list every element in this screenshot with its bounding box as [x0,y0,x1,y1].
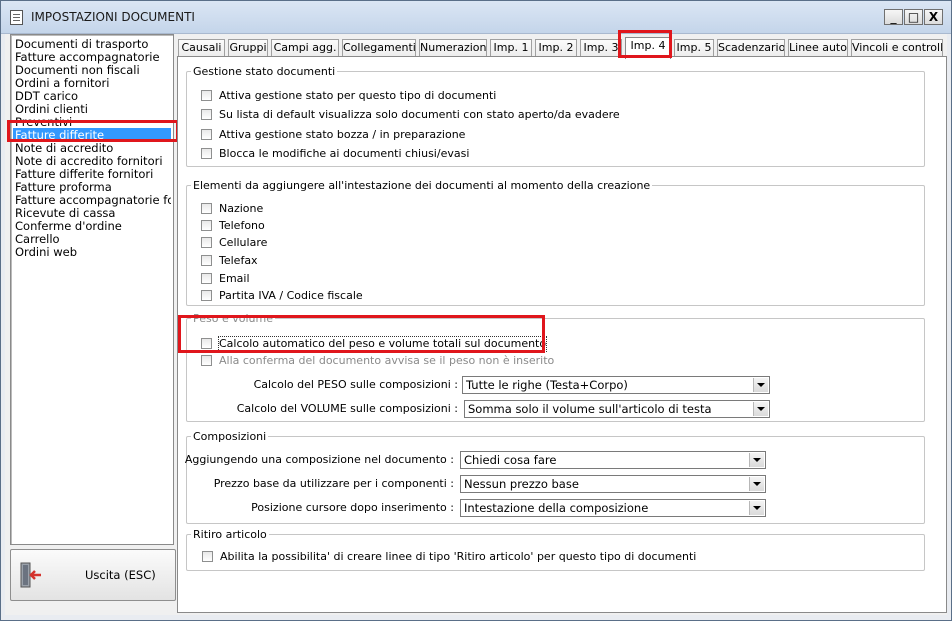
posizione-cursore-dropdown[interactable]: Intestazione della composizione [460,499,766,517]
list-item[interactable]: Note di accredito fornitori [15,154,171,168]
tab-numerazioni[interactable]: Numerazioni [419,39,487,57]
document-type-list[interactable]: Documenti di trasporto Fatture accompagn… [10,34,174,545]
chevron-down-icon[interactable] [753,378,768,392]
composizione-aggiunta-dropdown[interactable]: Chiedi cosa fare [460,451,766,469]
list-item[interactable]: Note di accredito [15,141,171,155]
peso-dropdown[interactable]: Tutte le righe (Testa+Corpo) [462,376,770,394]
volume-label: Calcolo del VOLUME sulle composizioni : [236,402,458,415]
tab-strip: Causali Gruppi Campi agg. Collegamenti N… [178,37,944,59]
tab-linee-auto[interactable]: Linee auto [788,39,848,57]
checkbox-box[interactable] [201,129,212,140]
group-composizioni: Composizioni Aggiungendo una composizion… [184,430,925,524]
checkbox-box[interactable] [201,148,212,159]
group-title: Elementi da aggiungere all'intestazione … [193,179,651,192]
checkbox-box[interactable] [201,355,212,366]
chevron-down-icon[interactable] [749,477,764,491]
group-title: Gestione stato documenti [193,65,336,78]
minimize-button[interactable]: _ [884,9,903,25]
checkbox-box[interactable] [201,237,212,248]
chevron-down-icon[interactable] [749,501,764,515]
exit-button-label: Uscita (ESC) [85,568,156,582]
tab-imp-2[interactable]: Imp. 2 [535,39,577,57]
settings-window: IMPOSTAZIONI DOCUMENTI _ □ X Documenti d… [0,0,952,621]
close-button[interactable]: X [924,9,943,25]
posizione-cursore-label: Posizione cursore dopo inserimento : [251,501,454,514]
window-client: Documenti di trasporto Fatture accompagn… [5,30,947,615]
list-item[interactable]: DDT carico [15,89,171,103]
tab-gruppi[interactable]: Gruppi [228,39,268,57]
highlight-box-selected-doc [7,120,179,142]
composizione-aggiunta-label: Aggiungendo una composizione nel documen… [184,453,454,466]
list-item[interactable]: Conferme d'ordine [15,219,171,233]
group-title: Ritiro articolo [193,528,267,541]
exit-door-icon [20,562,41,588]
volume-dropdown[interactable]: Somma solo il volume sull'articolo di te… [464,400,770,418]
chevron-down-icon[interactable] [749,453,764,467]
tab-vincoli-e-controlli[interactable]: Vincoli e controlli [851,39,943,57]
tab-causali[interactable]: Causali [178,39,225,57]
title-bar[interactable]: IMPOSTAZIONI DOCUMENTI _ □ X [1,1,951,34]
tab-imp-5[interactable]: Imp. 5 [674,39,714,57]
tab-scadenzario[interactable]: Scadenzario [717,39,785,57]
document-icon [10,10,23,25]
list-item[interactable]: Ordini web [15,245,171,259]
list-item[interactable]: Fatture proforma [15,180,171,194]
highlight-box-active-tab [618,30,672,58]
group-title: Composizioni [193,430,267,443]
exit-button[interactable]: Uscita (ESC) [10,549,176,601]
list-item[interactable]: Carrello [15,232,171,246]
checkbox-box[interactable] [201,109,212,120]
checkbox-box[interactable] [201,203,212,214]
group-gestione-stato: Gestione stato documenti Attiva gestione… [186,65,925,167]
checkbox-box[interactable] [201,90,212,101]
prezzo-base-label: Prezzo base da utilizzare per i componen… [213,477,454,490]
maximize-button[interactable]: □ [904,9,923,25]
list-item[interactable]: Ordini clienti [15,102,171,116]
checkbox-box[interactable] [202,551,213,562]
highlight-box-calcolo-peso [178,315,545,353]
checkbox-box[interactable] [201,290,212,301]
checkbox-box[interactable] [201,220,212,231]
group-ritiro-articolo: Ritiro articolo Abilita la possibilita' … [186,528,925,571]
prezzo-base-dropdown[interactable]: Nessun prezzo base [460,475,766,493]
tab-collegamenti[interactable]: Collegamenti [342,39,416,57]
checkbox-box[interactable] [201,255,212,266]
list-item[interactable]: Documenti di trasporto [15,37,171,51]
window-title: IMPOSTAZIONI DOCUMENTI [31,10,195,24]
tab-campi-agg[interactable]: Campi agg. [271,39,339,57]
checkbox-box[interactable] [201,273,212,284]
chevron-down-icon[interactable] [753,402,768,416]
peso-label: Calcolo del PESO sulle composizioni : [253,378,458,391]
list-item[interactable]: Ricevute di cassa [15,206,171,220]
list-item[interactable]: Documenti non fiscali [15,63,171,77]
list-item[interactable]: Fatture accompagnatorie fc [15,193,171,207]
tab-imp-1[interactable]: Imp. 1 [490,39,532,57]
list-item[interactable]: Ordini a fornitori [15,76,171,90]
group-intestazione: Elementi da aggiungere all'intestazione … [186,179,925,306]
list-item[interactable]: Fatture differite fornitori [15,167,171,181]
tab-imp-3[interactable]: Imp. 3 [580,39,622,57]
list-item[interactable]: Fatture accompagnatorie [15,50,171,64]
